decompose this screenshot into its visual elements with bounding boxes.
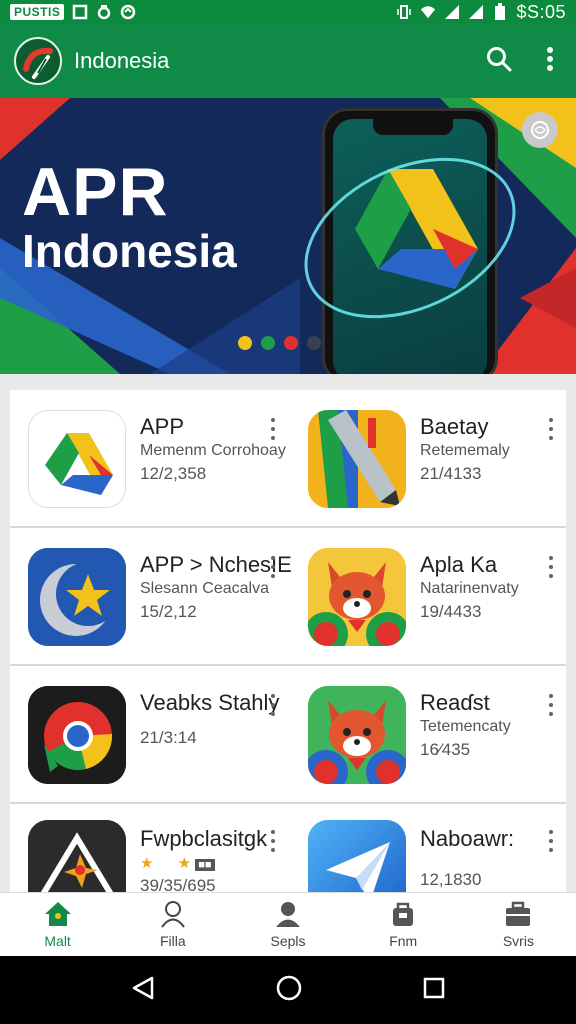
app-name: APP <box>140 414 185 439</box>
app-meta: 15/2,12 <box>140 602 197 621</box>
app-developer: Natarinenvaty <box>420 580 519 597</box>
app-card[interactable]: APP Memenm Corrohoay 12/2,358 <box>10 390 288 526</box>
nav-item-fnm[interactable]: Fnm <box>346 893 461 956</box>
app-name: Baetay <box>420 414 489 439</box>
camera-notification-icon <box>96 4 112 20</box>
crescent-star-icon <box>28 548 126 646</box>
pencil-icon <box>308 410 406 508</box>
back-icon[interactable] <box>130 975 156 1006</box>
signal-2-icon <box>468 4 484 20</box>
app-name: Reaɗst <box>420 690 490 715</box>
banner-subtitle: Indonesia <box>22 225 237 277</box>
message-notification-icon <box>120 4 136 20</box>
recents-icon[interactable] <box>422 976 446 1005</box>
banner-action-button[interactable] <box>522 112 558 148</box>
app-title: Indonesia <box>74 48 170 73</box>
app-row: APP Memenm Corrohoay 12/2,358 Baetay Ret… <box>10 390 566 528</box>
star-icon: ★ <box>177 855 192 872</box>
app-row: Veabks Stahly 21/3:14 Reaɗst Tetemencaty… <box>10 666 566 804</box>
app-name: Apla Ka <box>420 552 498 577</box>
banner-title: APR <box>22 154 169 230</box>
carousel-dots <box>238 336 321 350</box>
more-vert-icon[interactable] <box>268 830 278 852</box>
nav-item-sepls[interactable]: Sepls <box>230 893 345 956</box>
rating-stars: ★ ★ ■■ <box>140 854 215 872</box>
badge-icon: ■■ <box>195 859 215 871</box>
app-card[interactable]: Baetay Retememaly 21/4133 <box>288 390 566 526</box>
app-logo[interactable] <box>14 37 62 85</box>
app-developer: Slesann Ceacalva <box>140 580 269 597</box>
carrier-label: PUSTIS <box>10 4 65 20</box>
app-meta: 19/4433 <box>420 602 482 621</box>
more-vert-icon[interactable] <box>268 694 278 716</box>
home-button-icon[interactable] <box>275 974 303 1007</box>
status-time: $S:05 <box>516 1 566 22</box>
square-notification-icon <box>72 4 88 20</box>
app-name: Veabks Stahly <box>140 690 280 715</box>
bottom-navigation: Malt Filla Sepls Fnm Svris <box>0 892 576 956</box>
bag-icon <box>388 900 418 931</box>
status-bar: PUSTIS $S:05 <box>0 0 576 24</box>
app-meta: 21/4133 <box>420 464 482 483</box>
carousel-dot-1[interactable] <box>238 336 252 350</box>
app-developer: Memenm Corrohoay <box>140 442 286 459</box>
app-meta: 12,1830 <box>420 870 482 889</box>
app-meta: 12/2,358 <box>140 464 207 483</box>
star-icon: ★ <box>140 855 154 872</box>
more-vert-icon[interactable] <box>268 418 278 440</box>
more-vert-icon[interactable] <box>546 694 556 716</box>
vibrate-icon <box>396 4 412 20</box>
more-vert-icon[interactable] <box>546 46 554 76</box>
system-navigation-bar <box>0 956 576 1024</box>
nav-label: Filla <box>159 933 186 949</box>
app-card[interactable]: APP > NchesIE Slesann Ceacalva 15/2,12 <box>10 528 292 664</box>
carousel-dot-3[interactable] <box>284 336 298 350</box>
drive-icon <box>28 410 126 508</box>
wifi-icon <box>420 4 436 20</box>
nav-label: Fnm <box>389 933 418 949</box>
app-bar: Indonesia <box>0 24 576 98</box>
nav-item-svris[interactable]: Svris <box>461 893 576 956</box>
account-icon <box>273 900 303 931</box>
promo-banner[interactable]: APR Indonesia <box>0 98 576 374</box>
app-card[interactable]: Veabks Stahly 21/3:14 <box>10 666 288 802</box>
carousel-dot-4[interactable] <box>307 336 321 350</box>
fox-icon <box>308 548 406 646</box>
app-developer: Retememaly <box>420 442 510 459</box>
nav-label: Malt <box>44 933 71 949</box>
drive-icon <box>355 169 478 289</box>
app-card[interactable]: Reaɗst Tetemencaty 16⁄435 <box>288 666 566 802</box>
app-developer: Tetemencaty <box>420 718 511 735</box>
app-list: APP Memenm Corrohoay 12/2,358 Baetay Ret… <box>10 390 566 942</box>
app-meta: 16⁄435 <box>420 740 471 759</box>
person-icon <box>158 900 188 931</box>
nav-label: Sepls <box>270 933 306 949</box>
app-name: Fwpbclasitgk <box>140 826 268 851</box>
nav-label: Svris <box>502 933 534 949</box>
phone-illustration <box>322 108 498 374</box>
more-vert-icon[interactable] <box>546 556 556 578</box>
app-name: Naboawr: <box>420 826 515 851</box>
carousel-dot-2[interactable] <box>261 336 275 350</box>
search-icon[interactable] <box>486 46 512 77</box>
app-row: APP > NchesIE Slesann Ceacalva 15/2,12 A… <box>10 528 566 666</box>
signal-icon <box>444 4 460 20</box>
home-icon <box>43 900 73 931</box>
briefcase-icon <box>503 900 533 931</box>
nav-item-home[interactable]: Malt <box>0 893 115 956</box>
app-card[interactable]: Apla Ka Natarinenvaty 19/4433 <box>288 528 566 664</box>
more-vert-icon[interactable] <box>546 830 556 852</box>
battery-icon <box>492 3 508 20</box>
more-vert-icon[interactable] <box>546 418 556 440</box>
fox-icon <box>308 686 406 784</box>
nav-item-filla[interactable]: Filla <box>115 893 230 956</box>
chrome-icon <box>28 686 126 784</box>
app-meta: 21/3:14 <box>140 728 197 747</box>
more-vert-icon[interactable] <box>268 556 278 578</box>
